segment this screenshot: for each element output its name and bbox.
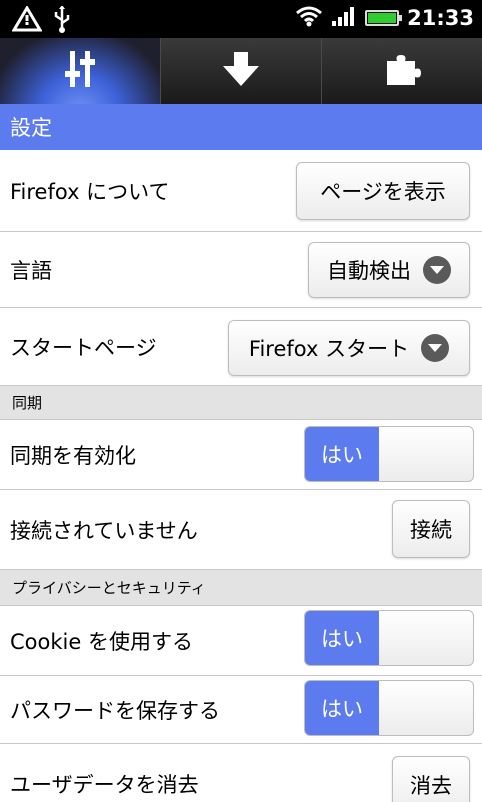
tab-downloads[interactable] (161, 38, 322, 104)
signal-icon (331, 5, 357, 31)
sync-enable-row: 同期を有効化 はい (0, 420, 482, 490)
toggle-on-value: はい (305, 681, 379, 735)
clear-button[interactable]: 消去 (392, 756, 470, 802)
usb-icon (52, 5, 72, 38)
warning-icon (11, 5, 43, 38)
password-toggle[interactable]: はい (304, 680, 474, 736)
cookie-row: Cookie を使用する はい (0, 606, 482, 676)
tab-addons[interactable] (322, 38, 482, 104)
download-arrow-icon (221, 50, 261, 92)
status-bar: 21:33 (0, 0, 482, 38)
toggle-on-value: はい (305, 611, 379, 665)
sync-enable-toggle[interactable]: はい (304, 426, 474, 482)
connect-button[interactable]: 接続 (392, 500, 470, 558)
startpage-dropdown[interactable]: Firefox スタート (228, 320, 470, 376)
language-row: 言語 自動検出 (0, 232, 482, 308)
chevron-down-icon (421, 334, 450, 362)
wifi-icon (295, 5, 323, 31)
show-page-button[interactable]: ページを表示 (296, 162, 470, 220)
page-title: 設定 (0, 104, 482, 150)
cookie-toggle[interactable]: はい (304, 610, 474, 666)
tab-bar (0, 38, 482, 104)
chevron-down-icon (423, 256, 451, 284)
toggle-on-value: はい (305, 427, 379, 481)
password-row: パスワードを保存する はい (0, 676, 482, 744)
privacy-section-header: プライバシーとセキュリティ (0, 570, 482, 606)
startpage-row: スタートページ Firefox スタート (0, 308, 482, 386)
addon-puzzle-icon (383, 51, 421, 91)
startpage-value: Firefox スタート (248, 337, 410, 361)
sync-section-header: 同期 (0, 386, 482, 420)
tab-settings[interactable] (0, 38, 161, 104)
settings-sliders-icon (64, 49, 96, 93)
clear-data-row: ユーザデータを消去 消去 (0, 744, 482, 802)
language-dropdown[interactable]: 自動検出 (308, 242, 470, 298)
language-value: 自動検出 (327, 259, 411, 283)
about-row: Firefox について ページを表示 (0, 150, 482, 232)
clock: 21:33 (407, 6, 474, 30)
battery-icon (365, 10, 403, 26)
sync-status-row: 接続されていません 接続 (0, 490, 482, 570)
